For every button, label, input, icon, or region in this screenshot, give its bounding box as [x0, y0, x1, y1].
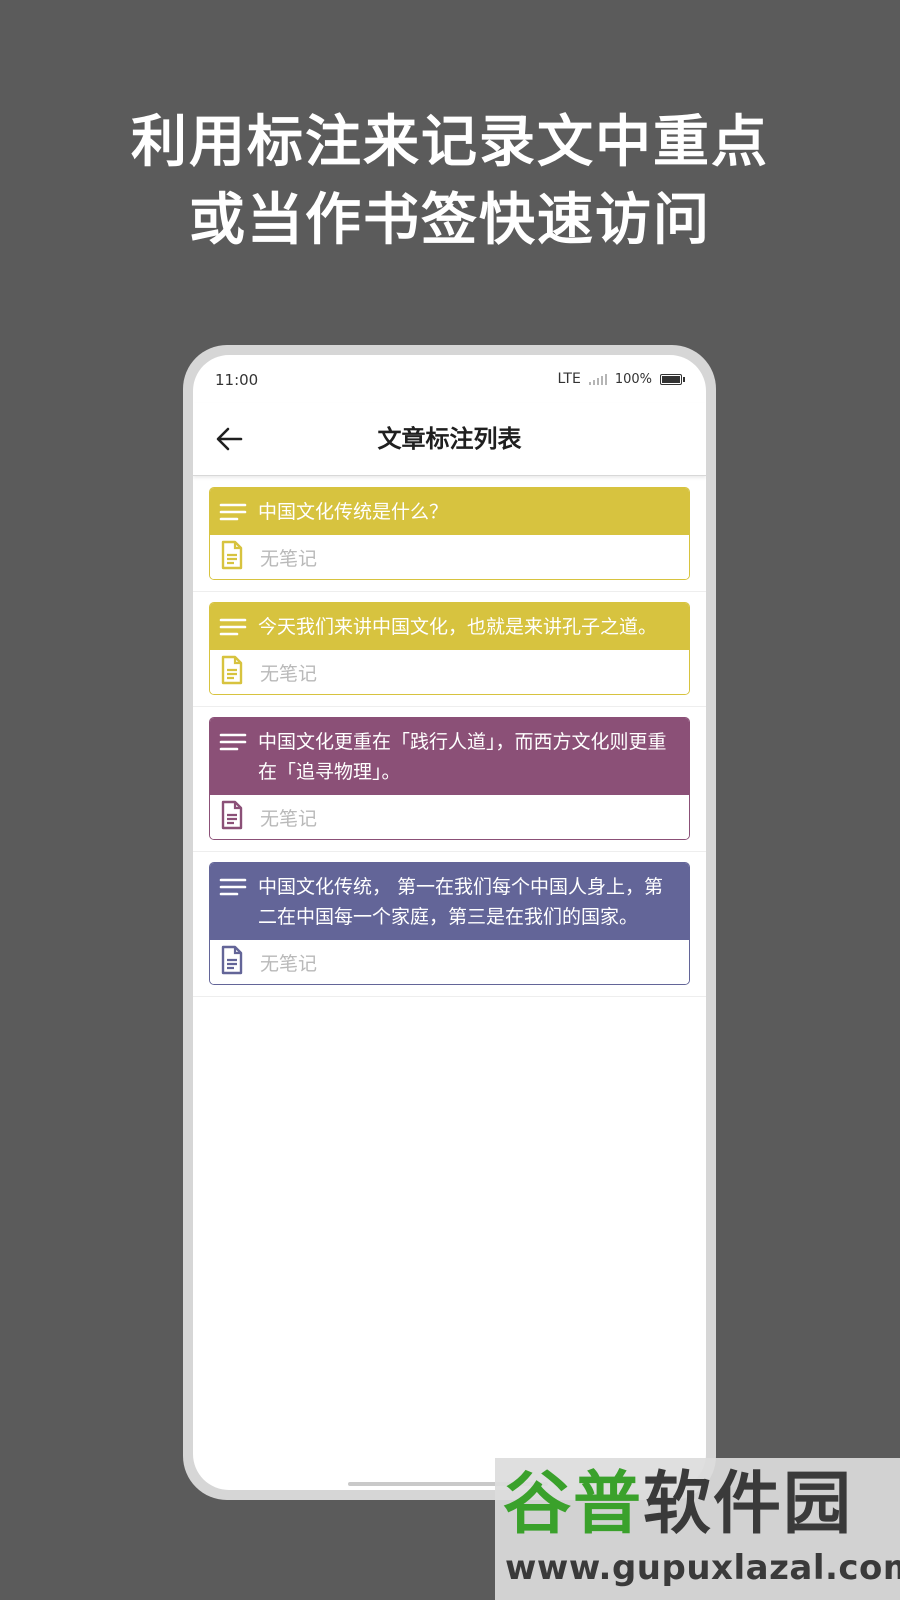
annotation-quote: 中国文化传统， 第一在我们每个中国人身上，第二在中国每一个家庭，第三是在我们的国…	[210, 863, 689, 940]
text-lines-icon	[218, 876, 248, 932]
headline-line-2: 或当作书签快速访问	[189, 187, 711, 253]
annotation-item[interactable]: 今天我们来讲中国文化，也就是来讲孔子之道。 无笔记	[193, 592, 706, 707]
headline: 利用标注来记录文中重点 或当作书签快速访问	[0, 103, 900, 259]
annotation-note-text: 无笔记	[260, 952, 318, 975]
annotation-note-text: 无笔记	[260, 807, 318, 830]
annotation-note[interactable]: 无笔记	[210, 940, 689, 984]
annotation-note[interactable]: 无笔记	[210, 650, 689, 694]
battery-label: 100%	[614, 371, 652, 387]
watermark-logo: 谷普软件园	[503, 1465, 854, 1544]
annotation-item[interactable]: 中国文化传统是什么？ 无笔记	[193, 477, 706, 592]
annotation-quote: 中国文化更重在「践行人道」，而西方文化则更重在「追寻物理」。	[210, 718, 689, 795]
status-time: 11:00	[215, 371, 259, 389]
app-bar: 文章标注列表	[193, 403, 706, 476]
annotation-note-text: 无笔记	[260, 662, 318, 685]
arrow-left-icon	[216, 427, 243, 451]
annotation-card[interactable]: 中国文化传统是什么？ 无笔记	[209, 487, 690, 580]
document-icon	[220, 540, 244, 574]
text-lines-icon	[218, 731, 248, 787]
annotation-quote: 今天我们来讲中国文化，也就是来讲孔子之道。	[210, 603, 689, 650]
annotation-card[interactable]: 今天我们来讲中国文化，也就是来讲孔子之道。 无笔记	[209, 602, 690, 695]
annotation-note[interactable]: 无笔记	[210, 795, 689, 839]
annotation-card[interactable]: 中国文化传统， 第一在我们每个中国人身上，第二在中国每一个家庭，第三是在我们的国…	[209, 862, 690, 985]
battery-icon	[660, 373, 685, 385]
text-lines-icon	[218, 616, 248, 642]
phone-frame: 11:00 LTE 100% 文章标注列表 中国文化传统是什么？ 无笔记 今天我们来…	[183, 345, 716, 1500]
annotation-text: 今天我们来讲中国文化，也就是来讲孔子之道。	[258, 616, 658, 638]
annotation-list: 中国文化传统是什么？ 无笔记 今天我们来讲中国文化，也就是来讲孔子之道。 无笔记 中国文…	[193, 477, 706, 997]
page-title: 文章标注列表	[377, 424, 522, 453]
headline-line-1: 利用标注来记录文中重点	[131, 109, 769, 175]
annotation-card[interactable]: 中国文化更重在「践行人道」，而西方文化则更重在「追寻物理」。无笔记	[209, 717, 690, 840]
phone-screen: 11:00 LTE 100% 文章标注列表 中国文化传统是什么？ 无笔记 今天我们来…	[193, 355, 706, 1490]
document-icon	[220, 800, 244, 834]
annotation-item[interactable]: 中国文化更重在「践行人道」，而西方文化则更重在「追寻物理」。无笔记	[193, 707, 706, 852]
document-icon	[220, 945, 244, 979]
back-button[interactable]	[211, 421, 247, 457]
watermark-url: www.gupuxlazal.com	[505, 1548, 900, 1588]
status-bar: 11:00 LTE 100%	[193, 355, 706, 403]
status-indicators: LTE 100%	[557, 371, 685, 387]
text-lines-icon	[218, 501, 248, 527]
annotation-item[interactable]: 中国文化传统， 第一在我们每个中国人身上，第二在中国每一个家庭，第三是在我们的国…	[193, 852, 706, 997]
network-label: LTE	[557, 371, 581, 387]
annotation-note[interactable]: 无笔记	[210, 535, 689, 579]
document-icon	[220, 655, 244, 689]
annotation-quote: 中国文化传统是什么？	[210, 488, 689, 535]
annotation-text: 中国文化更重在「践行人道」，而西方文化则更重在「追寻物理」。	[258, 731, 667, 783]
annotation-text: 中国文化传统， 第一在我们每个中国人身上，第二在中国每一个家庭，第三是在我们的国…	[258, 876, 664, 928]
annotation-text: 中国文化传统是什么？	[258, 501, 449, 523]
signal-icon	[588, 373, 607, 385]
watermark: 谷普软件园 www.gupuxlazal.com	[495, 1458, 900, 1600]
annotation-note-text: 无笔记	[260, 547, 318, 570]
